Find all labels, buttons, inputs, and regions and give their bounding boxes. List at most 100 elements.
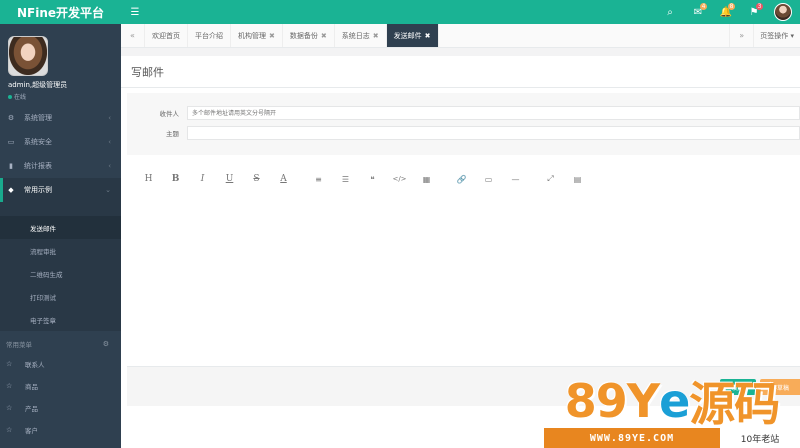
email-header-form: 收件人 主题 — [127, 93, 800, 155]
image-icon[interactable]: ▭ — [475, 170, 502, 188]
envelope-icon[interactable]: ✉ 4 — [684, 0, 712, 24]
watermark-brand-e: e — [659, 374, 690, 428]
table-icon[interactable]: ▦ — [413, 170, 440, 188]
tab-label: 平台介绍 — [195, 31, 223, 40]
sidebar-item-system-security[interactable]: ▭ 系统安全 ‹ — [0, 130, 121, 154]
code-icon[interactable]: </> — [386, 170, 413, 188]
sidebar-subitem-qrcode[interactable]: 二维码生成 — [0, 262, 121, 285]
user-status: 在线 — [8, 92, 121, 101]
sidebar-item-label: 系统安全 — [24, 138, 52, 146]
subject-input[interactable] — [187, 126, 800, 140]
toolbar-divider — [440, 170, 448, 188]
editor-toolbar: H B I U S A ≡ ☰ ❝ </> ▦ 🔗 ▭ — ⤢ ▤ — [127, 170, 800, 188]
tab-platform-intro[interactable]: 平台介绍 — [188, 24, 231, 47]
close-icon[interactable]: ✖ — [269, 32, 275, 40]
page-title: 写邮件 — [121, 56, 800, 88]
favorite-item[interactable]: ☆ 商品 — [0, 375, 121, 397]
italic-icon[interactable]: I — [189, 170, 216, 188]
star-icon: ☆ — [6, 426, 13, 434]
close-icon[interactable]: ✖ — [373, 32, 379, 40]
tab-operations-dropdown[interactable]: 页签操作 ▾ — [753, 24, 800, 47]
watermark-url: WWW.89YE.COM — [544, 428, 720, 448]
sidebar-item-reports[interactable]: ▮ 统计报表 ‹ — [0, 154, 121, 178]
page-tabs-bar: « 欢迎首页 平台介绍 机构管理 ✖ 数据备份 ✖ 系统日志 ✖ 发送邮件 ✖ » 页签… — [121, 24, 800, 48]
favorites-section-title: 常用菜单 ⚙ — [0, 335, 121, 353]
tab-label: 机构管理 — [238, 31, 266, 40]
star-icon: ☆ — [6, 360, 13, 368]
sidebar-subitem-send-email[interactable]: 发送邮件 — [0, 216, 121, 239]
font-color-icon[interactable]: A — [270, 170, 297, 188]
section-title-text: 常用菜单 — [6, 341, 32, 349]
app-title[interactable]: NFine开发平台 — [0, 0, 121, 24]
tabs-next-button[interactable]: » — [729, 24, 753, 47]
user-avatar-small[interactable] — [774, 3, 792, 21]
close-icon[interactable]: ✖ — [321, 32, 327, 40]
bold-icon[interactable]: B — [162, 170, 189, 188]
tab-label: 欢迎首页 — [152, 31, 180, 40]
chevron-left-icon: ‹ — [108, 114, 111, 122]
source-icon[interactable]: ▤ — [564, 170, 591, 188]
to-input[interactable] — [187, 106, 800, 120]
bell-icon[interactable]: 🔔 8 — [712, 0, 740, 24]
watermark-strip: WWW.89YE.COM 10年老站 — [544, 428, 800, 448]
tab-data-backup[interactable]: 数据备份 ✖ — [283, 24, 335, 47]
sidebar-item-system-management[interactable]: ⚙ 系统管理 ‹ — [0, 106, 121, 130]
favorite-item[interactable]: ☆ 客户 — [0, 419, 121, 441]
favorite-label: 商品 — [25, 383, 38, 391]
online-dot-icon — [8, 94, 12, 99]
chevron-down-icon: ⌄ — [105, 186, 111, 194]
watermark-brand-left: 89Y — [564, 374, 660, 428]
watermark-tag: 10年老站 — [720, 428, 800, 448]
submenu-spacer — [0, 202, 121, 216]
close-icon[interactable]: ✖ — [425, 32, 431, 40]
tab-label: 数据备份 — [289, 31, 318, 40]
gear-icon[interactable]: ⚙ — [103, 340, 109, 348]
subject-label: 主题 — [166, 130, 179, 138]
flag-icon[interactable]: ⚑ 3 — [740, 0, 768, 24]
fullscreen-icon[interactable]: ⤢ — [537, 170, 564, 188]
watermark-logo: 89Y e 源码 — [544, 372, 800, 431]
favorite-item[interactable]: ☆ 产品 — [0, 397, 121, 419]
strikethrough-icon[interactable]: S — [243, 170, 270, 188]
bar-chart-icon: ▮ — [9, 162, 13, 170]
tab-organization[interactable]: 机构管理 ✖ — [231, 24, 283, 47]
ordered-list-icon[interactable]: ≡ — [305, 170, 332, 188]
tab-label: 系统日志 — [341, 31, 370, 40]
underline-icon[interactable]: U — [216, 170, 243, 188]
gear-icon: ⚙ — [7, 114, 15, 122]
sidebar-item-label: 常用示例 — [24, 186, 52, 194]
user-name[interactable]: admin,超级管理员 — [8, 80, 121, 90]
favorite-item[interactable]: ☆ 联系人 — [0, 353, 121, 375]
search-icon[interactable]: ⌕ — [656, 0, 684, 24]
tab-send-email[interactable]: 发送邮件 ✖ — [386, 24, 439, 47]
user-profile: admin,超级管理员 在线 — [0, 24, 121, 106]
site-watermark: 89Y e 源码 WWW.89YE.COM 10年老站 — [544, 372, 800, 448]
email-body-editor[interactable] — [127, 188, 800, 364]
sidebar-item-examples[interactable]: ◆ 常用示例 ⌄ — [0, 178, 121, 202]
sidebar-subitem-e-signature[interactable]: 电子签章 — [0, 308, 121, 331]
tab-welcome[interactable]: 欢迎首页 — [145, 24, 188, 47]
to-label: 收件人 — [159, 110, 180, 118]
tab-system-log[interactable]: 系统日志 ✖ — [335, 24, 387, 47]
top-navbar: NFine开发平台 ☰ ⌕ ✉ 4 🔔 8 ⚑ 3 — [0, 0, 800, 24]
subject-row: 主题 — [127, 125, 800, 141]
sidebar-item-label: 统计报表 — [24, 162, 52, 170]
favorite-label: 联系人 — [25, 361, 45, 369]
menu-toggle-icon[interactable]: ☰ — [129, 6, 141, 18]
sidebar-submenu: 发送邮件 流程审批 二维码生成 打印测试 电子签章 — [0, 202, 121, 331]
message-count-badge: 4 — [700, 3, 707, 10]
unordered-list-icon[interactable]: ☰ — [332, 170, 359, 188]
task-count-badge: 3 — [756, 3, 763, 10]
sidebar-item-label: 系统管理 — [24, 114, 52, 122]
avatar[interactable] — [8, 36, 48, 76]
blockquote-icon[interactable]: ❝ — [359, 170, 386, 188]
tabs-prev-button[interactable]: « — [121, 24, 145, 47]
sidebar-subitem-print-test[interactable]: 打印测试 — [0, 285, 121, 308]
link-icon[interactable]: 🔗 — [448, 170, 475, 188]
toolbar-divider — [529, 170, 537, 188]
page-tabs: 欢迎首页 平台介绍 机构管理 ✖ 数据备份 ✖ 系统日志 ✖ 发送邮件 ✖ — [145, 24, 729, 47]
horizontal-rule-icon[interactable]: — — [502, 170, 529, 188]
star-icon: ☆ — [6, 404, 13, 412]
sidebar-subitem-approval[interactable]: 流程审批 — [0, 239, 121, 262]
heading-icon[interactable]: H — [135, 170, 162, 188]
